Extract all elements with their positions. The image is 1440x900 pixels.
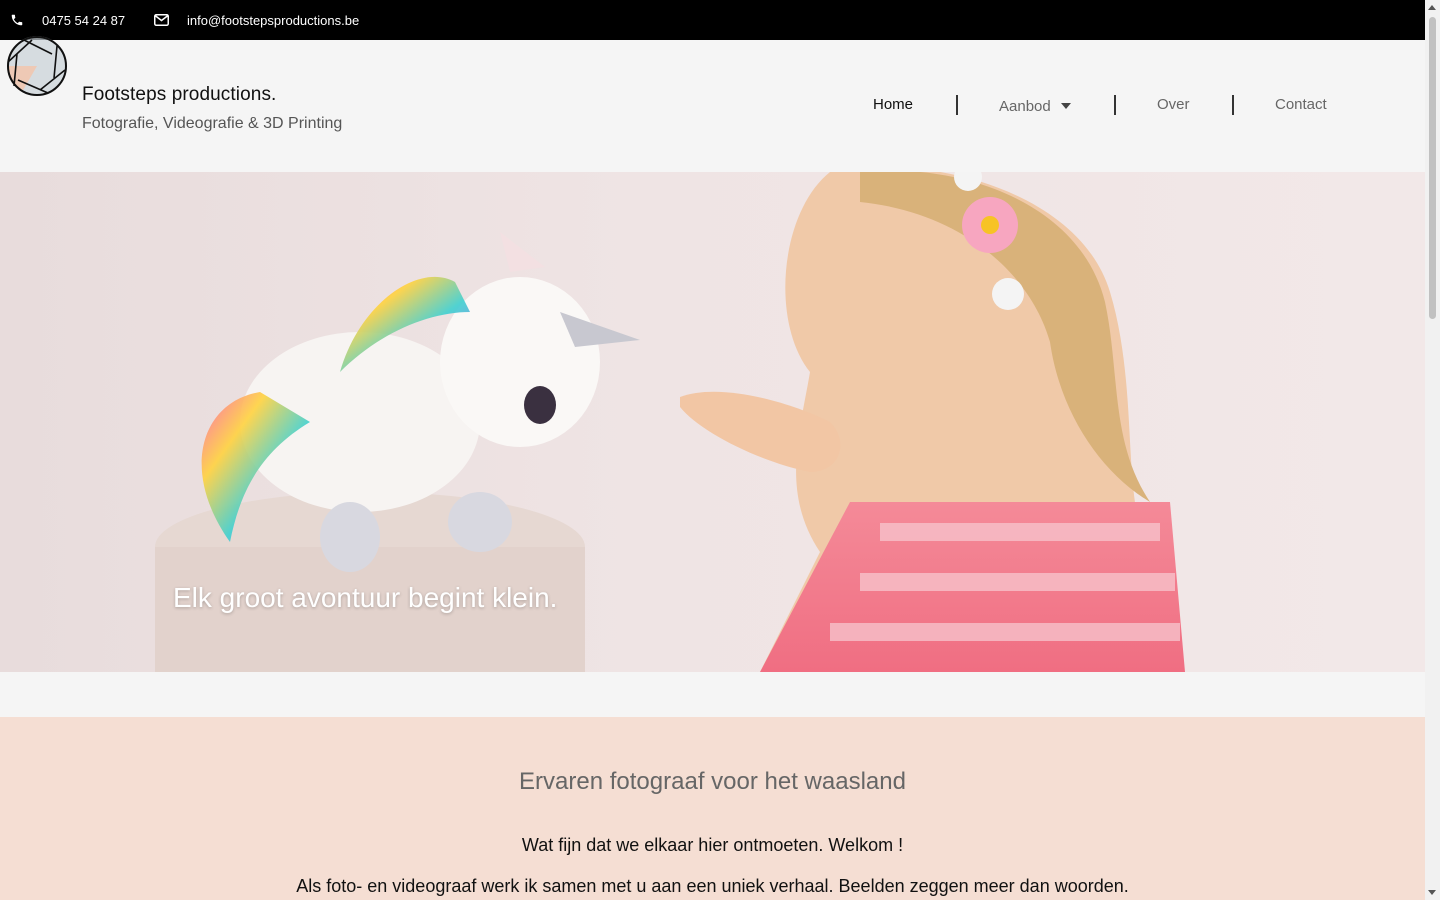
scroll-up-arrow-icon[interactable]: [1428, 5, 1436, 10]
email-link[interactable]: info@footstepsproductions.be: [154, 0, 359, 40]
nav-separator: [1114, 95, 1116, 115]
intro-heading: Ervaren fotograaf voor het waasland: [519, 768, 906, 795]
caret-down-icon: [1060, 103, 1071, 109]
nav-contact[interactable]: Contact: [1275, 96, 1327, 116]
nav-home[interactable]: Home: [873, 96, 913, 116]
brand-name[interactable]: Footsteps productions.: [82, 84, 276, 106]
site-header: [0, 40, 1425, 172]
nav-over[interactable]: Over: [1157, 96, 1190, 116]
nav-separator: [1232, 95, 1234, 115]
intro-section: Ervaren fotograaf voor het waasland Wat …: [0, 717, 1425, 900]
hero-banner: Elk groot avontuur begint klein.: [0, 172, 1425, 672]
page-scrollbar[interactable]: [1425, 0, 1440, 900]
phone-number: 0475 54 24 87: [42, 12, 126, 28]
aperture-logo[interactable]: [2, 34, 72, 98]
nav-aanbod-label: Aanbod: [999, 97, 1051, 115]
top-contact-bar: 0475 54 24 87 info@footstepsproductions.…: [0, 0, 1425, 40]
envelope-icon: [154, 14, 169, 26]
scrollbar-thumb[interactable]: [1429, 17, 1436, 319]
phone-icon: [11, 14, 23, 26]
section-spacer: [0, 672, 1425, 717]
scroll-down-arrow-icon[interactable]: [1428, 890, 1436, 895]
intro-text: Als foto- en videograaf werk ik samen me…: [296, 876, 1129, 896]
hero-caption: Elk groot avontuur begint klein.: [173, 582, 558, 613]
brand-tagline: Fotografie, Videografie & 3D Printing: [82, 115, 343, 132]
email-address: info@footstepsproductions.be: [187, 12, 360, 28]
nav-aanbod[interactable]: Aanbod: [999, 96, 1071, 116]
aperture-logo-icon: [6, 36, 67, 96]
welcome-text: Wat fijn dat we elkaar hier ontmoeten. W…: [521, 835, 904, 855]
nav-separator: [956, 95, 958, 115]
